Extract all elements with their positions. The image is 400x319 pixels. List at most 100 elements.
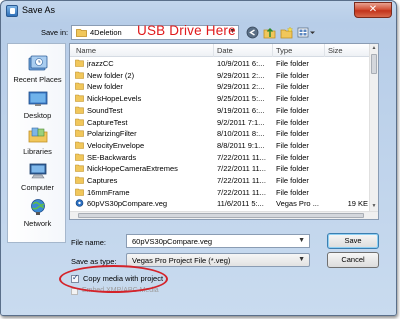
highlight-ellipse — [59, 265, 168, 293]
table-row[interactable]: NickHopeCameraExtremes 7/22/2011 11... Fil… — [70, 163, 370, 174]
place-computer[interactable]: Computer — [8, 162, 67, 192]
table-row[interactable]: SE-Backwards 7/22/2011 11... File folder — [70, 152, 370, 163]
window-title: Save As — [22, 5, 56, 15]
network-icon — [30, 199, 45, 215]
save-in-value: 4Deletion — [90, 28, 122, 37]
table-row[interactable]: New folder (2) 9/29/2011 2:... File folder — [70, 70, 370, 81]
horizontal-scrollbar[interactable] — [70, 211, 378, 219]
table-row[interactable]: VelocityEnvelope 8/8/2011 9:1... File fold… — [70, 140, 370, 151]
cell-name: CaptureTest — [87, 117, 128, 127]
place-label: Recent Places — [13, 75, 62, 84]
table-row[interactable]: jrazzCC 10/9/2011 6:... File folder — [70, 58, 370, 69]
save-as-type-select[interactable]: Vegas Pro Project File (*.veg) ▼ — [126, 253, 310, 267]
folder-icon — [75, 176, 84, 184]
table-row[interactable]: PolarizingFilter 8/10/2011 8:... File fold… — [70, 128, 370, 139]
place-label: Network — [23, 219, 52, 228]
cell-date: 7/22/2011 11... — [217, 164, 266, 174]
cell-type: File folder — [276, 117, 309, 127]
table-row[interactable]: 60pVS30pCompare.veg 11/6/2011 5:... Vegas … — [70, 198, 370, 209]
cell-date: 11/6/2011 5:... — [217, 199, 264, 209]
column-header-name[interactable]: Name — [76, 46, 96, 55]
cell-name: jrazzCC — [87, 59, 114, 68]
column-header-type[interactable]: Type — [276, 46, 292, 55]
cell-type: File folder — [276, 59, 309, 68]
cell-date: 7/22/2011 11... — [217, 176, 266, 185]
cell-type: Vegas Pro ... — [276, 199, 319, 209]
cell-date: 9/29/2011 2:... — [217, 70, 265, 80]
file-name-field[interactable]: 60pVS30pCompare.veg ▼ — [126, 234, 310, 248]
file-name-label: File name: — [71, 238, 107, 247]
cell-type: File folder — [276, 152, 309, 162]
table-row[interactable]: New folder 9/29/2011 2:... File folder — [70, 81, 370, 92]
cell-type: File folder — [276, 176, 309, 185]
chevron-down-icon[interactable]: ▼ — [298, 256, 305, 263]
table-row[interactable]: 16mmFrame 7/22/2011 11... File folder — [70, 187, 370, 198]
cell-type: File folder — [276, 94, 309, 104]
cell-date: 9/25/2011 5:... — [217, 94, 265, 104]
cell-date: 8/8/2011 9:1... — [217, 140, 265, 150]
folder-icon — [75, 153, 84, 161]
place-libraries[interactable]: Libraries — [8, 126, 67, 156]
table-row[interactable]: NickHopeLevels 9/25/2011 5:... File folder — [70, 93, 370, 104]
save-button[interactable]: Save — [327, 233, 379, 249]
cell-name: SoundTest — [87, 105, 123, 115]
chevron-down-icon[interactable]: ▼ — [298, 237, 305, 244]
folder-icon — [75, 164, 84, 173]
scroll-thumb[interactable] — [371, 54, 377, 74]
cancel-button[interactable]: Cancel — [327, 252, 379, 268]
folder-icon — [75, 188, 84, 196]
libraries-icon — [28, 127, 47, 143]
usb-drive-annotation: USB Drive Here — [137, 23, 236, 38]
cell-type: File folder — [276, 187, 309, 197]
computer-icon — [29, 163, 46, 179]
column-header-size[interactable]: Size — [328, 46, 343, 55]
places-bar: Recent Places Desktop Libraries Computer… — [7, 43, 66, 243]
save-as-type-value: Vegas Pro Project File (*.veg) — [132, 256, 231, 265]
file-name-value[interactable]: 60pVS30pCompare.veg — [132, 237, 212, 246]
table-row[interactable]: SoundTest 9/19/2011 6:... File folder — [70, 105, 370, 116]
cell-type: File folder — [276, 105, 309, 115]
cell-type: File folder — [276, 70, 309, 80]
new-folder-icon[interactable] — [280, 26, 294, 39]
place-desktop[interactable]: Desktop — [8, 90, 67, 120]
column-header-date[interactable]: Date — [217, 46, 233, 55]
table-row[interactable]: Captures 7/22/2011 11... File folder — [70, 175, 370, 186]
cell-name: Captures — [87, 176, 118, 185]
cell-size: 19 KE — [347, 199, 368, 209]
table-row[interactable]: CaptureTest 9/2/2011 7:1... File folder — [70, 117, 370, 128]
up-folder-icon[interactable] — [263, 26, 277, 39]
cell-name: New folder (2) — [87, 70, 135, 80]
scroll-up-icon[interactable]: ▲ — [371, 45, 377, 53]
place-network[interactable]: Network — [8, 198, 67, 228]
close-button[interactable]: ✕ — [354, 2, 392, 18]
recent-places-icon — [28, 55, 47, 71]
cell-date: 10/9/2011 6:... — [217, 59, 265, 68]
app-icon — [6, 5, 18, 17]
place-recent-places[interactable]: Recent Places — [8, 54, 67, 84]
cell-type: File folder — [276, 140, 309, 150]
folder-icon — [75, 106, 84, 114]
cell-date: 9/2/2011 7:1... — [217, 117, 265, 127]
folder-icon — [75, 118, 84, 126]
cell-date: 8/10/2011 8:... — [217, 129, 265, 139]
place-label: Libraries — [23, 147, 52, 156]
view-menu-icon[interactable] — [297, 26, 317, 39]
vertical-scrollbar[interactable]: ▲ ▼ — [369, 44, 378, 212]
file-list[interactable]: Name Date Type Size jrazzCC 10/9/2011 6:.… — [69, 43, 379, 220]
cell-name: NickHopeCameraExtremes — [87, 164, 178, 174]
cell-type: File folder — [276, 82, 309, 92]
cell-name: NickHopeLevels — [87, 94, 142, 104]
column-headers: Name Date Type Size — [70, 44, 372, 57]
folder-icon — [75, 83, 84, 91]
cell-date: 7/22/2011 11... — [217, 152, 266, 162]
place-label: Computer — [21, 183, 54, 192]
back-icon[interactable] — [246, 26, 259, 39]
cell-name: 16mmFrame — [87, 187, 130, 197]
scroll-thumb[interactable] — [78, 213, 364, 218]
desktop-icon — [28, 91, 47, 106]
folder-icon — [75, 71, 84, 79]
cell-name: New folder — [87, 82, 123, 92]
cell-date: 9/19/2011 6:... — [217, 105, 265, 115]
title-bar[interactable]: Save As ✕ — [1, 1, 396, 21]
scroll-down-icon[interactable]: ▼ — [371, 203, 377, 211]
